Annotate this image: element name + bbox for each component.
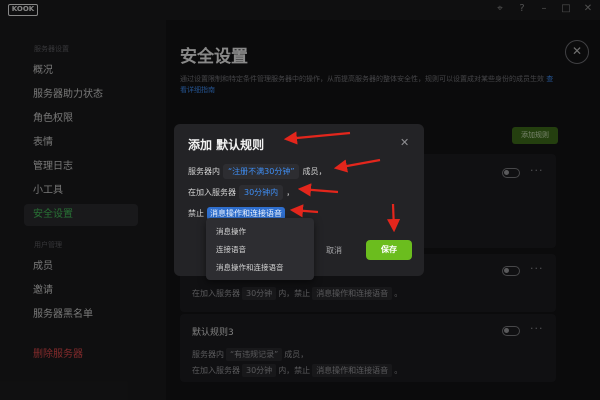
annotation-arrow [289,204,319,218]
annotation-arrow [386,203,401,233]
annotation-arrows [283,131,401,233]
annotation-arrow [333,158,381,173]
annotation-arrow [283,131,351,145]
annotation-arrow [297,183,339,197]
